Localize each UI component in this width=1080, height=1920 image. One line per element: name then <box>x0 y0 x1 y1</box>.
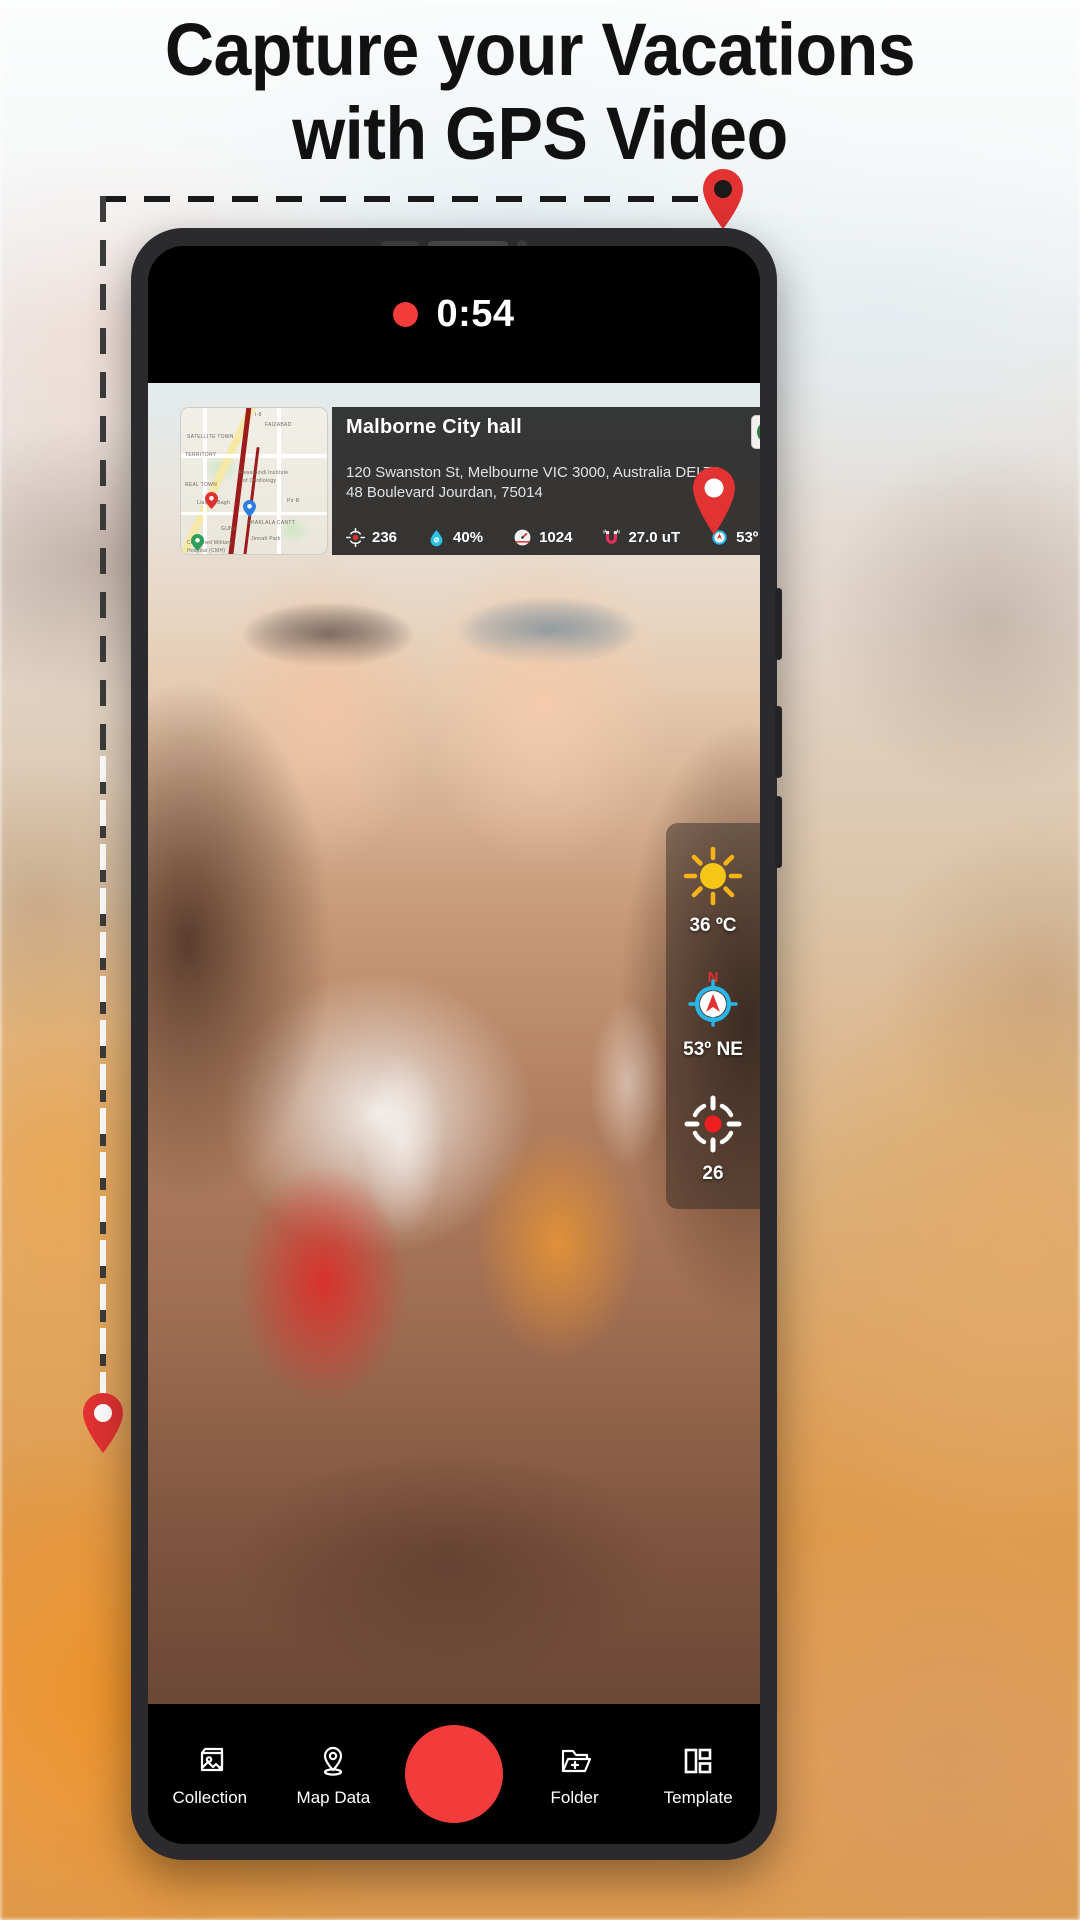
widget-gps-accuracy[interactable]: 26 <box>682 1093 744 1185</box>
widget-temperature[interactable]: 36 ºC <box>682 845 744 937</box>
nav-item-collection[interactable]: Collection <box>158 1741 262 1808</box>
nav-item-map-data[interactable]: Map Data <box>281 1741 385 1808</box>
map-label: CHAKLALA CANTT <box>247 520 296 526</box>
location-pin-icon-large[interactable] <box>686 465 742 537</box>
map-label: SATELLITE TOWN <box>187 434 234 440</box>
stat-value: 236 <box>372 529 398 546</box>
mini-map-thumbnail[interactable]: SATELLITE TOWN FAIZABAD TERRITORY Rawalp… <box>180 407 328 555</box>
map-label: of Cardiology <box>243 478 277 484</box>
widget-value: 26 <box>702 1163 724 1184</box>
map-pin-icon-bottom <box>80 1392 126 1454</box>
headline-line-2: with GPS Video <box>292 91 788 175</box>
humidity-drop-icon <box>427 528 446 547</box>
nav-label: Collection <box>172 1787 248 1807</box>
map-marker-icon <box>243 500 256 517</box>
widget-value: 53º NE <box>683 1039 743 1060</box>
map-label: Jinnah Park <box>251 536 281 542</box>
folder-add-icon <box>555 1741 595 1781</box>
map-marker-icon <box>205 492 218 509</box>
map-pin-icon-top <box>700 168 746 230</box>
map-marker-icon <box>191 534 204 551</box>
place-title: Malborne City hall <box>346 416 522 438</box>
sun-icon <box>682 845 744 907</box>
template-grid-icon <box>678 1741 718 1781</box>
map-label: TERRITORY <box>185 452 217 458</box>
stat-altitude: 236 <box>346 528 397 547</box>
map-label: FAIZABAD <box>265 422 292 428</box>
nav-label: Folder <box>550 1787 599 1807</box>
compass-icon: N <box>682 969 744 1031</box>
nav-label: Template <box>663 1787 733 1807</box>
stat-value: 40% <box>453 529 484 546</box>
phone-mockup: 0:54 SATELLITE TOWN FAIZABAD TERRITORY R… <box>131 228 782 1860</box>
app-badge-icon <box>751 415 760 449</box>
camera-viewfinder[interactable]: SATELLITE TOWN FAIZABAD TERRITORY Rawalp… <box>148 383 760 1704</box>
stat-value: 27.0 uT <box>628 529 681 546</box>
dashed-path-vertical <box>100 196 106 1422</box>
map-pin-icon <box>313 1741 353 1781</box>
gps-overlay-card: SATELLITE TOWN FAIZABAD TERRITORY Rawalp… <box>180 407 760 555</box>
nav-label: Map Data <box>296 1787 371 1807</box>
recording-timer: 0:54 <box>436 293 515 335</box>
stat-value: 1024 <box>539 529 573 546</box>
recording-indicator-dot <box>393 302 419 327</box>
pressure-gauge-icon <box>513 528 532 547</box>
headline-line-1: Capture your Vacations <box>164 8 916 91</box>
dashed-path-horizontal <box>100 196 725 202</box>
phone-screen: 0:54 SATELLITE TOWN FAIZABAD TERRITORY R… <box>148 246 760 1844</box>
recording-status-bar: 0:54 <box>148 246 760 383</box>
widget-value: 36 ºC <box>689 915 737 936</box>
nav-item-folder[interactable]: Folder <box>523 1741 627 1808</box>
bottom-navigation-bar: Collection Map Data Folder Template <box>148 1704 760 1844</box>
record-button[interactable] <box>404 1725 503 1823</box>
map-label: Pir B <box>287 498 300 504</box>
collection-gallery-icon <box>190 1741 230 1781</box>
widget-rail: 36 ºC N 53º NE 26 <box>666 823 760 1209</box>
widget-compass[interactable]: N 53º NE <box>682 969 744 1061</box>
gps-target-icon <box>682 1093 744 1155</box>
stat-humidity: 40% <box>427 528 483 547</box>
page-title: Capture your Vacations with GPS Video <box>43 8 1037 175</box>
stat-pressure: 1024 <box>513 528 572 547</box>
map-label: Rawalpindi Institute <box>239 470 289 476</box>
nav-item-template[interactable]: Template <box>646 1741 750 1808</box>
map-label: GUNJ <box>221 526 236 532</box>
altitude-target-icon <box>346 528 365 547</box>
map-label: I-8 <box>255 412 262 418</box>
magnet-icon <box>602 528 621 547</box>
map-label: REAL TOWN <box>185 482 218 488</box>
stat-magnetic: 27.0 uT <box>602 528 680 547</box>
